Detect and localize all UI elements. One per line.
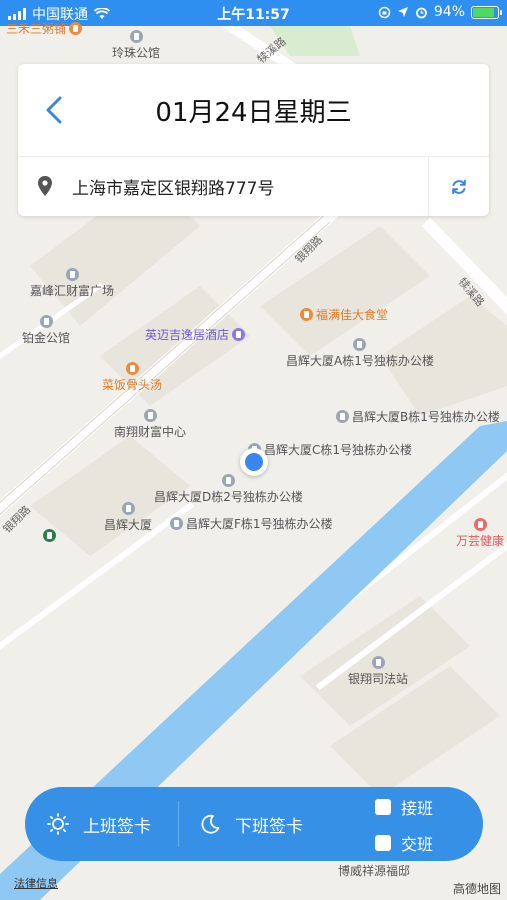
current-location-marker bbox=[240, 448, 268, 476]
checkbox-box[interactable] bbox=[375, 835, 391, 851]
clock-in-label: 上班签卡 bbox=[83, 816, 151, 837]
clock-out-button[interactable]: 下班签卡 bbox=[199, 787, 303, 861]
map-poi[interactable]: 昌辉大厦A栋1号独栋办公楼 bbox=[286, 338, 434, 369]
building-icon bbox=[121, 502, 135, 515]
map-poi[interactable]: 昌辉大厦 bbox=[104, 502, 152, 533]
clock-out-label: 下班签卡 bbox=[235, 816, 303, 837]
lock-rotation-icon bbox=[378, 6, 391, 18]
map-poi[interactable]: 银翔司法站 bbox=[348, 656, 408, 687]
handover-checkbox[interactable]: 接班 bbox=[375, 795, 433, 819]
checkbox-box[interactable] bbox=[375, 799, 391, 815]
building-icon bbox=[65, 268, 79, 281]
map-poi[interactable]: 昌辉大厦D栋2号独栋办公楼 bbox=[154, 474, 303, 505]
starbucks-marker[interactable] bbox=[43, 529, 56, 542]
location-pin-icon bbox=[38, 176, 52, 196]
map-poi[interactable]: 菜饭骨头汤 bbox=[102, 362, 162, 393]
health-icon bbox=[473, 518, 487, 531]
refresh-location-button[interactable] bbox=[428, 157, 489, 216]
map-poi[interactable]: 昌辉大厦C栋1号独栋办公楼 bbox=[248, 441, 412, 458]
divider bbox=[178, 801, 179, 847]
map-poi[interactable]: 三禾三粥铺 bbox=[6, 20, 83, 37]
map-poi[interactable]: 英迈吉逸居酒店 bbox=[145, 326, 246, 343]
building-icon bbox=[170, 517, 183, 530]
coffee-icon bbox=[43, 529, 56, 542]
restaurant-icon bbox=[300, 308, 313, 321]
moon-icon bbox=[201, 814, 220, 834]
building-icon bbox=[39, 315, 53, 328]
restaurant-icon bbox=[125, 362, 139, 375]
building-icon bbox=[336, 410, 349, 423]
address-text: 上海市嘉定区银翔路777号 bbox=[72, 179, 275, 199]
police-icon bbox=[371, 656, 385, 669]
shift-change-label: 交班 bbox=[401, 835, 434, 854]
map-poi[interactable]: 南翔财富中心 bbox=[114, 409, 186, 440]
map-poi[interactable]: 昌辉大厦F栋1号独栋办公楼 bbox=[170, 515, 333, 532]
map-poi[interactable]: 万芸健康 bbox=[456, 518, 504, 549]
shift-change-checkbox[interactable]: 交班 bbox=[375, 831, 433, 855]
building-icon bbox=[221, 474, 235, 487]
legal-info-link[interactable]: 法律信息 bbox=[14, 875, 58, 891]
refresh-icon bbox=[452, 179, 466, 195]
map-poi[interactable]: 嘉峰汇财富广场 bbox=[30, 268, 114, 299]
map-provider-logo: 高德地图 bbox=[452, 882, 501, 896]
restaurant-icon bbox=[69, 22, 83, 35]
address-row: 上海市嘉定区银翔路777号 bbox=[18, 157, 489, 216]
clock-in-button[interactable]: 上班签卡 bbox=[47, 787, 151, 861]
location-arrow-icon bbox=[397, 7, 408, 17]
map-poi[interactable]: 福满佳大食堂 bbox=[300, 306, 388, 323]
hotel-icon bbox=[232, 328, 246, 341]
battery-icon bbox=[471, 5, 502, 19]
alarm-icon bbox=[415, 7, 427, 18]
map-poi[interactable]: 昌辉大厦B栋1号独栋办公楼 bbox=[336, 408, 500, 425]
date-location-card: 01月24日星期三 上海市嘉定区银翔路777号 bbox=[18, 64, 489, 216]
sun-icon bbox=[47, 813, 69, 835]
building-icon bbox=[353, 338, 367, 351]
handover-label: 接班 bbox=[401, 799, 434, 818]
map-poi[interactable]: 玲珠公馆 bbox=[112, 30, 160, 61]
map-poi[interactable]: 博威祥源福邸 bbox=[338, 862, 410, 879]
page-title: 01月24日星期三 bbox=[155, 98, 352, 128]
building-icon bbox=[129, 30, 143, 43]
card-header: 01月24日星期三 bbox=[18, 64, 489, 157]
clock-action-bar: 上班签卡 下班签卡 接班 交班 bbox=[25, 787, 483, 861]
building-icon bbox=[143, 409, 157, 422]
map-poi[interactable]: 铂金公馆 bbox=[22, 315, 70, 346]
battery-percent: 94% bbox=[433, 4, 465, 20]
